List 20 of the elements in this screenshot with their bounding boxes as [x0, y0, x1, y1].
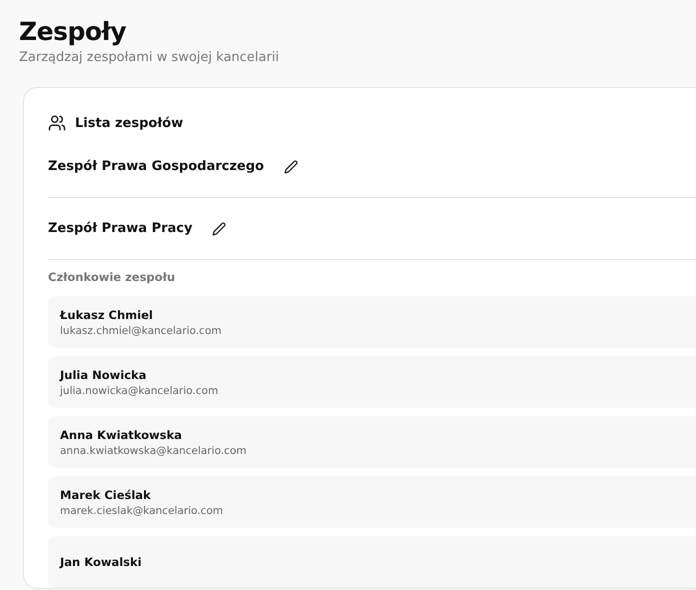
page-subtitle: Zarządzaj zespołami w swojej kancelarii: [19, 50, 280, 65]
pencil-icon: [284, 160, 298, 174]
team-name[interactable]: Zespół Prawa Pracy: [48, 221, 192, 236]
member-name: Jan Kowalski: [60, 555, 143, 569]
member-email: anna.kwiatkowska@kancelario.com: [60, 444, 248, 456]
edit-button[interactable]: [212, 222, 226, 236]
users-icon: [48, 114, 66, 132]
pencil-icon: [212, 222, 226, 236]
member-name: Łukasz Chmiel: [60, 308, 154, 322]
edit-button[interactable]: [284, 160, 298, 174]
members-label: Członkowie zespołu: [48, 270, 176, 284]
member-email: lukasz.chmiel@kancelario.com: [60, 324, 222, 336]
page-title: Zespoły: [19, 16, 128, 48]
member-email: julia.nowicka@kancelario.com: [60, 384, 220, 396]
card-title: Lista zespołów: [75, 116, 184, 130]
member-name: Julia Nowicka: [60, 368, 148, 382]
member-name: Marek Cieślak: [60, 488, 152, 502]
team-name[interactable]: Zespół Prawa Gospodarczego: [48, 159, 264, 174]
member-email: marek.cieslak@kancelario.com: [60, 504, 224, 516]
member-name: Anna Kwiatkowska: [60, 428, 183, 442]
